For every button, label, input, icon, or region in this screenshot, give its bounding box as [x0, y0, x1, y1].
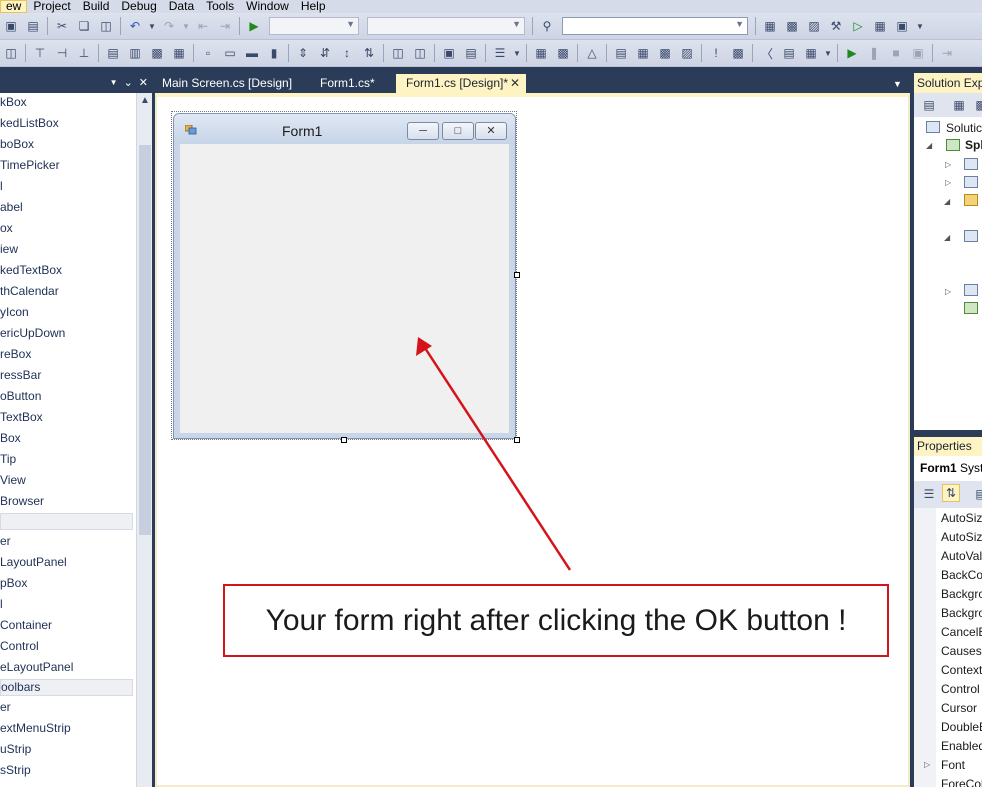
show-all-files-icon[interactable]: ▦ [950, 96, 968, 114]
collapse-icon[interactable]: ◢ [944, 197, 950, 206]
property-row[interactable]: Control [941, 680, 980, 699]
properties-title[interactable]: Properties [914, 437, 982, 456]
folder-icon [964, 194, 978, 206]
property-row[interactable]: CancelE [941, 623, 982, 642]
property-row[interactable]: Backgro [941, 585, 982, 604]
property-row[interactable]: Enabled [941, 737, 982, 756]
annotation-callout: Your form right after clicking the OK bu… [223, 584, 889, 657]
properties-object-selector[interactable]: Form1 Syst [914, 456, 982, 481]
property-row[interactable]: DoubleE [941, 718, 982, 737]
form-file-icon [964, 284, 978, 296]
property-row[interactable]: AutoSiz [941, 528, 982, 547]
expand-icon[interactable]: ▷ [945, 178, 951, 187]
csharp-file-icon [964, 302, 978, 314]
solution-explorer-toolbar: ▤ ▦ ▩ [914, 93, 982, 117]
property-row[interactable]: AutoVal [941, 547, 982, 566]
properties-toolbar: ☰ ⇅ ▤ [914, 481, 982, 508]
refresh-icon[interactable]: ▩ [972, 96, 982, 114]
collapse-icon[interactable]: ◢ [944, 233, 950, 242]
csharp-project-icon [946, 139, 960, 151]
references-icon [964, 176, 978, 188]
property-row[interactable]: Context [941, 661, 982, 680]
property-row[interactable]: CausesV [941, 642, 982, 661]
property-row[interactable]: Cursor [941, 699, 977, 718]
categorized-icon[interactable]: ☰ [920, 485, 938, 503]
properties-gutter [914, 508, 936, 787]
form-file-icon [964, 230, 978, 242]
collapse-icon[interactable]: ◢ [926, 141, 932, 150]
property-row[interactable]: Backgro [941, 604, 982, 623]
properties-icon[interactable]: ▤ [920, 96, 938, 114]
expand-icon[interactable]: ▷ [945, 160, 951, 169]
properties-grid: AutoSiz AutoSiz AutoVal BackCo Backgro B… [914, 508, 982, 787]
alphabetical-icon[interactable]: ⇅ [942, 484, 960, 502]
expand-icon[interactable]: ▷ [945, 287, 951, 296]
solution-node[interactable]: Solutic [946, 121, 982, 135]
expand-icon[interactable]: ▷ [924, 760, 930, 769]
annotation-arrow [416, 337, 572, 571]
properties-object-type: Syst [960, 461, 982, 475]
solution-explorer-title[interactable]: Solution Exp [914, 73, 982, 93]
properties-object-name: Form1 [920, 461, 957, 475]
project-node[interactable]: Spl [965, 138, 982, 152]
property-row[interactable]: AutoSiz [941, 509, 982, 528]
property-row[interactable]: BackCo [941, 566, 982, 585]
solution-icon [926, 121, 940, 133]
property-row[interactable]: ForeCol [941, 775, 982, 787]
property-row[interactable]: Font [941, 756, 965, 775]
properties-folder-icon [964, 158, 978, 170]
property-pages-icon[interactable]: ▤ [972, 485, 982, 503]
solution-explorer-tree: Solutic ◢ Spl ▷ ▷ ◢ ◢ ▷ [914, 117, 982, 430]
